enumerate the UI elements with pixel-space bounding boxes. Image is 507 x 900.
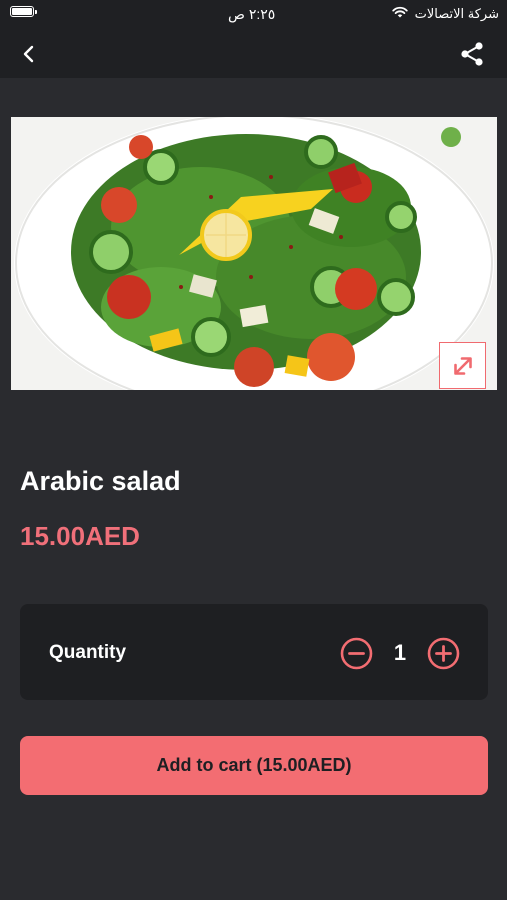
- product-name: Arabic salad: [20, 466, 181, 496]
- product-price: 15.00AED: [20, 521, 140, 551]
- expand-icon: [453, 356, 472, 375]
- plus-circle-icon: [427, 637, 460, 670]
- increase-quantity-button[interactable]: [427, 637, 460, 670]
- carrier-name: شركة الاتصالات: [414, 6, 499, 21]
- quantity-card: Quantity 1: [20, 604, 488, 700]
- share-button[interactable]: [457, 39, 487, 69]
- back-button[interactable]: [14, 40, 44, 68]
- chevron-left-icon: [23, 45, 34, 63]
- status-bar: ٢:٢٥ ص شركة الاتصالات: [0, 0, 507, 28]
- quantity-value: 1: [393, 640, 407, 665]
- minus-circle-icon: [340, 637, 373, 670]
- share-icon: [461, 42, 483, 66]
- add-to-cart-button[interactable]: Add to cart (15.00AED): [20, 736, 488, 795]
- salad-image: [11, 117, 497, 390]
- battery-icon: [10, 6, 37, 17]
- top-nav-bar: [0, 28, 507, 78]
- status-time: ٢:٢٥ ص: [228, 6, 276, 22]
- wifi-icon: [392, 6, 408, 18]
- decrease-quantity-button[interactable]: [340, 637, 373, 670]
- expand-image-button[interactable]: [439, 342, 486, 389]
- quantity-label: Quantity: [49, 642, 127, 663]
- product-image[interactable]: [11, 117, 497, 390]
